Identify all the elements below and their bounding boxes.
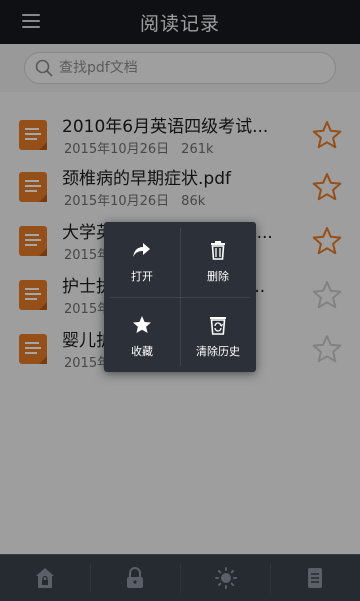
trash-icon bbox=[211, 241, 225, 260]
tab-document[interactable] bbox=[270, 555, 360, 601]
context-menu: 打开 删除 收藏 清除历史 bbox=[104, 222, 256, 372]
star-icon bbox=[133, 316, 151, 333]
clear-history-button[interactable]: 清除历史 bbox=[180, 297, 256, 372]
open-label: 打开 bbox=[131, 270, 153, 283]
tab-brightness[interactable] bbox=[180, 555, 270, 601]
delete-button[interactable]: 删除 bbox=[180, 222, 256, 297]
recycle-bin-icon bbox=[210, 317, 226, 335]
home-lock-icon bbox=[36, 568, 54, 588]
favorite-button[interactable]: 收藏 bbox=[104, 297, 180, 372]
favorite-label: 收藏 bbox=[131, 345, 153, 358]
document-icon bbox=[308, 568, 322, 588]
clear-history-label: 清除历史 bbox=[196, 345, 240, 358]
tab-home[interactable] bbox=[0, 555, 90, 601]
brightness-icon bbox=[215, 567, 237, 589]
open-button[interactable]: 打开 bbox=[104, 222, 180, 297]
tab-lock[interactable] bbox=[90, 555, 180, 601]
bottom-tab-bar bbox=[0, 554, 360, 601]
delete-label: 删除 bbox=[207, 270, 229, 283]
lock-icon bbox=[127, 567, 143, 588]
share-arrow-icon bbox=[133, 243, 150, 257]
